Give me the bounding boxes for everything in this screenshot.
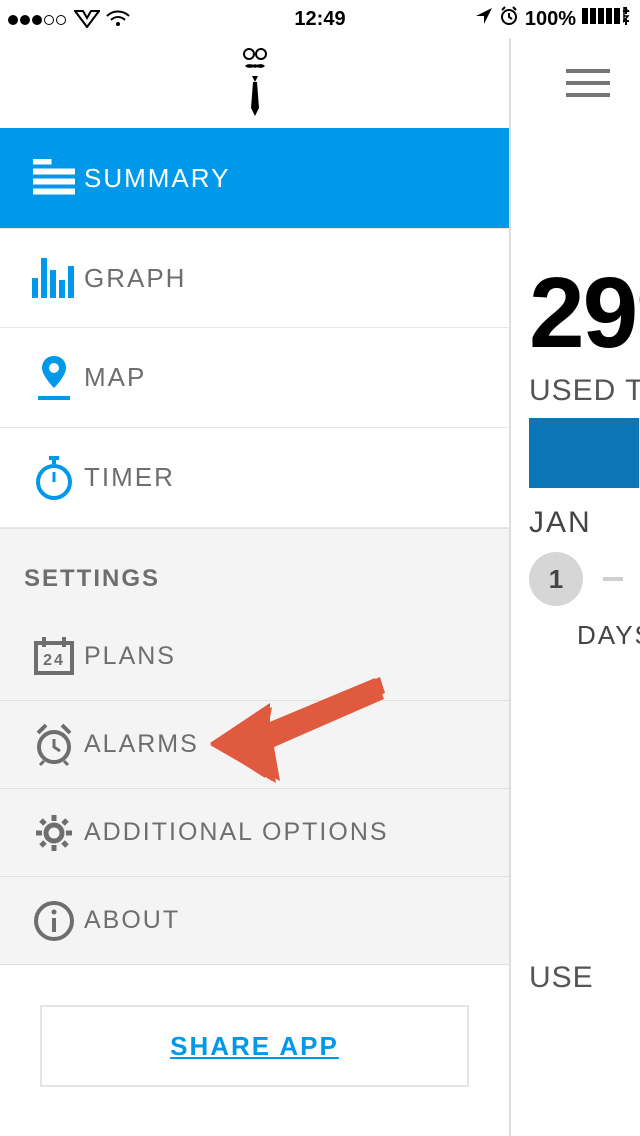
main-content-peek: 299 USED T JAN 1 2 DAYS USE	[510, 38, 640, 1136]
info-icon	[24, 899, 84, 943]
signal-dots-icon	[8, 8, 68, 31]
days-row: 1 2	[529, 552, 640, 606]
share-app-button[interactable]: SHARE APP	[40, 1005, 469, 1087]
month-label: JAN	[529, 506, 640, 540]
settings-item-plans[interactable]: 24 PLANS	[0, 613, 509, 701]
share-section: SHARE APP	[0, 965, 509, 1127]
usage-label: USED T	[529, 374, 640, 408]
nav-item-graph[interactable]: GRAPH	[0, 228, 509, 328]
settings-item-additional[interactable]: ADDITIONAL OPTIONS	[0, 789, 509, 877]
settings-label: ABOUT	[84, 906, 180, 935]
status-left	[8, 8, 130, 31]
nav-item-timer[interactable]: TIMER	[0, 428, 509, 528]
stopwatch-icon	[24, 456, 84, 500]
carrier-icon	[74, 10, 100, 28]
settings-label: ADDITIONAL OPTIONS	[84, 818, 389, 847]
status-bar: 12:49 100%	[0, 0, 640, 38]
settings-label: ALARMS	[84, 730, 199, 759]
nav-label: TIMER	[84, 462, 175, 493]
second-usage-label: USE	[529, 961, 640, 995]
nav-label: MAP	[84, 362, 146, 393]
app-logo-icon	[237, 48, 273, 118]
nav-label: GRAPH	[84, 263, 186, 294]
alarm-status-icon	[499, 6, 519, 32]
settings-section: SETTINGS 24 PLANS	[0, 528, 509, 965]
settings-label: PLANS	[84, 642, 176, 671]
usage-progress-bar	[529, 418, 640, 488]
usage-number: 299	[529, 268, 640, 358]
bar-chart-icon	[24, 258, 84, 298]
day-pill-1[interactable]: 1	[529, 552, 583, 606]
location-icon	[475, 7, 493, 31]
battery-icon	[582, 7, 632, 31]
settings-item-about[interactable]: ABOUT	[0, 877, 509, 965]
map-pin-icon	[24, 354, 84, 402]
drawer-logo	[0, 38, 509, 128]
wifi-icon	[106, 10, 130, 28]
calendar-icon: 24	[24, 637, 84, 677]
lines-icon	[24, 159, 84, 197]
days-caption: DAYS	[577, 620, 640, 651]
nav-item-summary[interactable]: SUMMARY	[0, 128, 509, 228]
status-time: 12:49	[294, 8, 345, 31]
status-right: 100%	[475, 6, 632, 32]
settings-heading: SETTINGS	[0, 553, 509, 613]
settings-item-alarms[interactable]: ALARMS	[0, 701, 509, 789]
gear-icon	[24, 811, 84, 855]
battery-percent: 100%	[525, 8, 576, 31]
nav-label: SUMMARY	[84, 163, 230, 194]
menu-toggle-button[interactable]	[566, 69, 610, 97]
svg-text:24: 24	[43, 652, 65, 669]
navigation-drawer: SUMMARY GRAPH	[0, 38, 510, 1136]
nav-item-map[interactable]: MAP	[0, 328, 509, 428]
alarm-clock-icon	[24, 723, 84, 767]
